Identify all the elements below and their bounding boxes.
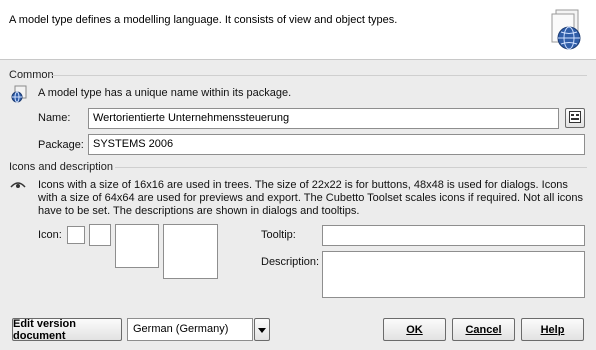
edit-version-document-button[interactable]: Edit version document (12, 318, 122, 342)
icons-section-label: Icons and description (9, 161, 113, 173)
translate-button[interactable] (565, 108, 585, 128)
model-type-icon (10, 85, 28, 103)
icons-divider (115, 167, 587, 168)
ok-button[interactable]: OK (383, 318, 446, 341)
cancel-button[interactable]: Cancel (452, 318, 515, 341)
help-button-label: Help (540, 323, 565, 336)
ok-button-label: OK (406, 323, 423, 336)
name-field[interactable]: Wertorientierte Unternehmenssteuerung (88, 108, 559, 129)
icons-hint-text: Icons with a size of 16x16 are used in t… (38, 179, 583, 217)
name-label: Name: (38, 112, 71, 124)
icon-64-slot[interactable] (163, 224, 218, 279)
chevron-down-icon (258, 324, 266, 336)
description-label: Description: (261, 256, 320, 268)
eye-icon (10, 178, 28, 196)
banner-description: A model type defines a modelling languag… (9, 14, 398, 26)
translate-icon (569, 110, 581, 126)
globe-page-icon (548, 8, 588, 52)
tooltip-label: Tooltip: (261, 229, 296, 241)
cancel-button-label: Cancel (465, 323, 502, 336)
header-banner: A model type defines a modelling languag… (0, 0, 596, 60)
help-button[interactable]: Help (521, 318, 584, 341)
description-field[interactable] (322, 251, 585, 298)
common-section-label: Common (9, 69, 54, 81)
common-hint-text: A model type has a unique name within it… (38, 87, 292, 99)
icon-label: Icon: (38, 229, 62, 241)
language-select[interactable]: German (Germany) (127, 318, 253, 341)
icon-16-slot[interactable] (67, 226, 85, 244)
language-dropdown-button[interactable] (254, 318, 270, 341)
common-divider (52, 75, 587, 76)
tooltip-field[interactable] (322, 225, 585, 246)
icon-48-slot[interactable] (115, 224, 159, 268)
package-label: Package: (38, 139, 84, 151)
package-field[interactable]: SYSTEMS 2006 (88, 134, 585, 155)
icon-22-slot[interactable] (89, 224, 111, 246)
